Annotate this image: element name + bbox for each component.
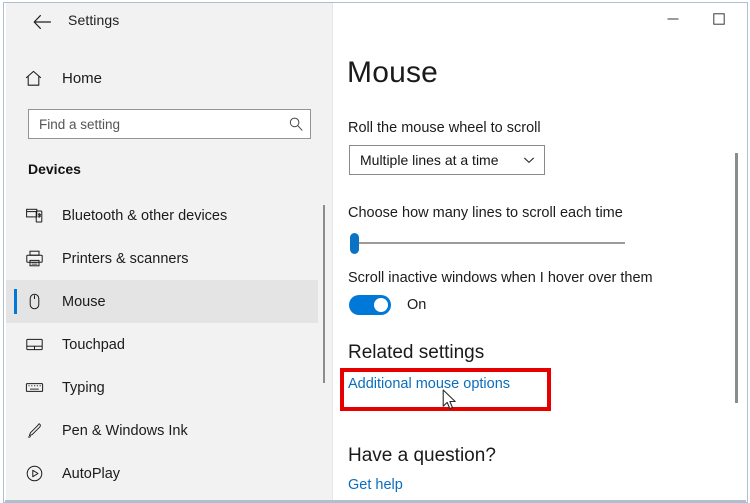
sidebar-item-typing-label: Typing (62, 379, 105, 396)
search-icon[interactable] (282, 116, 310, 132)
content-scrollbar[interactable] (733, 63, 740, 483)
selection-indicator (14, 332, 17, 357)
additional-mouse-options-link[interactable]: Additional mouse options (348, 376, 510, 392)
sidebar-item-printers[interactable]: Printers & scanners (6, 237, 318, 280)
scroll-inactive-toggle-row: On (349, 295, 426, 315)
touchpad-icon (12, 335, 56, 354)
window-inner: Home Devices (5, 3, 746, 502)
title-bar: Settings (5, 3, 746, 41)
selection-indicator (14, 461, 17, 486)
content-scrollbar-thumb[interactable] (735, 153, 738, 403)
mouse-icon (12, 292, 56, 311)
selection-indicator (14, 246, 17, 271)
sidebar-item-touchpad-label: Touchpad (62, 336, 125, 353)
sidebar-scrollbar[interactable] (321, 193, 327, 502)
toggle-state-label: On (407, 297, 427, 313)
pen-icon (12, 421, 56, 440)
selection-indicator (14, 418, 17, 443)
related-settings-heading: Related settings (348, 342, 485, 363)
minimize-button[interactable] (650, 6, 695, 36)
nav-category-heading: Devices (28, 161, 81, 177)
back-arrow-icon (33, 14, 52, 30)
sidebar-scrollbar-thumb[interactable] (323, 205, 325, 383)
autoplay-icon (12, 464, 56, 483)
slider-thumb[interactable] (350, 233, 359, 254)
wheel-scroll-dropdown-value: Multiple lines at a time (360, 152, 499, 168)
toggle-knob (374, 298, 388, 312)
settings-window: Home Devices (3, 2, 748, 503)
mouse-pointer-arrow-icon (442, 389, 459, 417)
selection-indicator (14, 375, 17, 400)
sidebar-item-printers-label: Printers & scanners (62, 250, 189, 267)
navigation-pane: Home Devices (6, 3, 332, 502)
sidebar-item-bluetooth[interactable]: Bluetooth & other devices (6, 194, 318, 237)
search-box[interactable] (28, 109, 311, 139)
sidebar-item-touchpad[interactable]: Touchpad (6, 323, 318, 366)
wheel-scroll-label: Roll the mouse wheel to scroll (348, 120, 541, 136)
get-help-link[interactable]: Get help (348, 477, 403, 493)
search-input[interactable] (29, 110, 282, 138)
lines-to-scroll-slider[interactable] (349, 231, 627, 257)
sidebar-item-mouse[interactable]: Mouse (6, 280, 318, 323)
lines-to-scroll-label: Choose how many lines to scroll each tim… (348, 205, 623, 221)
window-bottom-edge (5, 500, 746, 502)
sidebar-item-typing[interactable]: Typing (6, 366, 318, 409)
chevron-down-icon (514, 153, 544, 167)
selection-indicator (14, 203, 17, 228)
sidebar-item-autoplay-label: AutoPlay (62, 465, 121, 482)
sidebar-item-home[interactable]: Home (6, 61, 306, 95)
sidebar-nav-list: Bluetooth & other devices Printers & sca… (6, 194, 318, 495)
selection-indicator (14, 289, 17, 314)
sidebar-item-mouse-label: Mouse (62, 293, 106, 310)
page-title: Mouse (347, 56, 439, 89)
maximize-icon (712, 12, 725, 30)
maximize-button[interactable] (696, 6, 741, 36)
sidebar-item-pen[interactable]: Pen & Windows Ink (6, 409, 318, 452)
back-button[interactable] (25, 7, 59, 37)
close-button[interactable] (742, 6, 746, 36)
sidebar-item-autoplay[interactable]: AutoPlay (6, 452, 318, 495)
minimize-icon (667, 12, 679, 30)
home-icon (10, 69, 56, 88)
sidebar-item-bluetooth-label: Bluetooth & other devices (62, 207, 228, 224)
slider-track (355, 242, 625, 244)
app-title: Settings (68, 12, 120, 28)
keyboard-icon (12, 378, 56, 397)
scroll-inactive-label: Scroll inactive windows when I hover ove… (348, 270, 653, 286)
have-a-question-heading: Have a question? (348, 445, 496, 466)
printer-icon (12, 249, 56, 268)
wheel-scroll-dropdown[interactable]: Multiple lines at a time (349, 145, 545, 175)
scroll-inactive-toggle[interactable] (349, 295, 391, 315)
bluetooth-device-icon (12, 206, 56, 225)
content-pane: Mouse Roll the mouse wheel to scroll Mul… (333, 3, 746, 502)
sidebar-item-home-label: Home (62, 69, 103, 87)
sidebar-item-pen-label: Pen & Windows Ink (62, 422, 188, 439)
